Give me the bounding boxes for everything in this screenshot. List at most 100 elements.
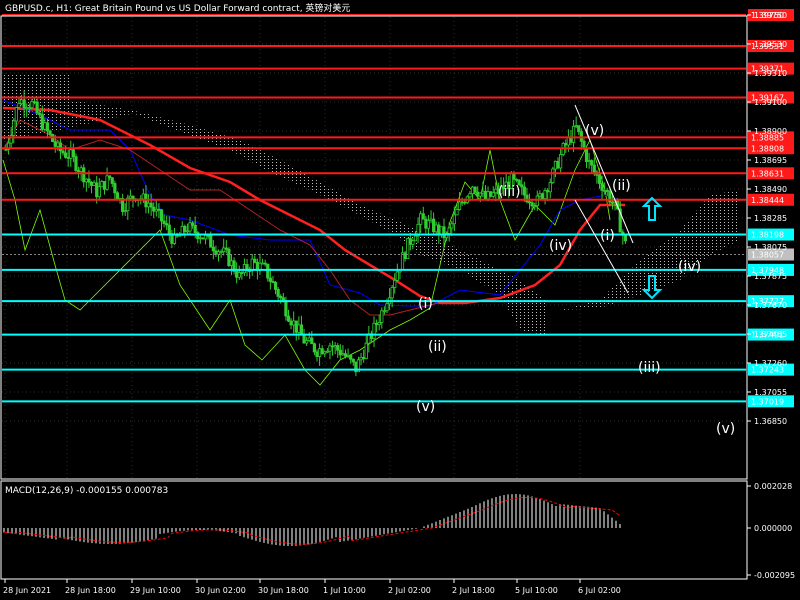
candle-body xyxy=(597,174,602,184)
candle-body xyxy=(79,167,83,172)
candle-body xyxy=(190,222,195,226)
candle-body xyxy=(235,270,239,278)
candle-body xyxy=(486,191,490,200)
candle-body xyxy=(30,101,34,109)
candle-body xyxy=(128,195,132,199)
level-tag-label: 1.38198 xyxy=(751,231,784,240)
wave-label: (iii) xyxy=(638,360,661,376)
candle-body xyxy=(146,202,151,208)
candle-body xyxy=(610,201,615,204)
candle-body xyxy=(97,186,101,198)
candle-body xyxy=(14,107,18,122)
time-label: 28 Jun 18:00 xyxy=(65,586,116,595)
level-tag-label: 1.38444 xyxy=(751,196,784,205)
candle-body xyxy=(411,240,415,245)
candle-body xyxy=(110,177,114,184)
candle-body xyxy=(203,234,208,240)
candle-body xyxy=(424,218,428,229)
candle-body xyxy=(408,238,412,245)
candle-body xyxy=(574,125,578,128)
candle-body xyxy=(292,320,296,326)
candle-body xyxy=(520,184,524,188)
candle-body xyxy=(279,295,283,299)
candle-body xyxy=(372,322,376,339)
candle-body xyxy=(17,103,21,108)
candle-body xyxy=(92,182,96,186)
level-tag-label: 1.38631 xyxy=(751,169,784,178)
candle-body xyxy=(359,356,363,361)
candle-body xyxy=(310,337,314,345)
candle-body xyxy=(82,167,86,183)
candle-body xyxy=(123,210,127,213)
candle-body xyxy=(460,201,464,204)
candle-body xyxy=(32,101,37,104)
candle-body xyxy=(25,107,29,110)
macd-axis-label: 0.002028 xyxy=(754,482,792,491)
candle-body xyxy=(393,279,397,288)
wave-label: (iii) xyxy=(498,184,521,200)
time-label: 2 Jul 02:00 xyxy=(388,586,431,595)
wave-label: (i) xyxy=(600,228,615,244)
candle-body xyxy=(522,186,526,196)
macd-axis-label: 0.000000 xyxy=(754,524,792,533)
price-label: 1.38900 xyxy=(754,127,787,136)
candle-body xyxy=(219,251,223,254)
candle-body xyxy=(473,186,477,193)
candle-body xyxy=(432,218,436,233)
candle-body xyxy=(183,225,187,232)
candle-body xyxy=(53,141,57,147)
candle-body xyxy=(426,220,431,229)
candle-body xyxy=(74,156,78,171)
candle-body xyxy=(35,101,39,114)
candle-body xyxy=(336,345,340,351)
candle-body xyxy=(48,130,52,135)
candle-body xyxy=(27,107,31,110)
chart-window[interactable]: 1.397501.395311.393711.391671.388851.388… xyxy=(0,0,800,600)
candle-body xyxy=(548,182,552,193)
candle-body xyxy=(152,206,156,212)
candle-body xyxy=(240,272,244,275)
candle-body xyxy=(491,192,495,197)
candle-body xyxy=(571,125,576,143)
candle-body xyxy=(58,142,63,152)
candle-body xyxy=(590,160,594,166)
candle-body xyxy=(307,337,311,341)
candle-body xyxy=(406,238,410,260)
candle-body xyxy=(115,192,120,201)
candle-body xyxy=(450,223,454,229)
candle-body xyxy=(56,142,60,147)
candle-body xyxy=(476,191,480,197)
wave-label: (v) xyxy=(416,399,435,415)
candle-body xyxy=(447,227,451,234)
candle-body xyxy=(330,345,335,348)
candle-body xyxy=(167,224,171,235)
candle-body xyxy=(564,143,568,146)
candle-body xyxy=(603,189,607,192)
price-label: 1.37055 xyxy=(754,388,787,397)
candle-body xyxy=(64,152,68,158)
candle-body xyxy=(222,247,226,253)
candle-body xyxy=(87,178,91,183)
candle-body xyxy=(165,223,169,226)
candle-body xyxy=(113,183,117,194)
candle-body xyxy=(333,345,337,348)
candle-body xyxy=(289,320,293,326)
price-label: 1.38285 xyxy=(754,214,787,223)
price-label: 1.37465 xyxy=(754,330,787,339)
wave-label: (ii) xyxy=(428,339,447,355)
candle-body xyxy=(141,193,145,200)
candle-body xyxy=(328,345,332,352)
candle-body xyxy=(294,320,298,333)
time-label: 1 Jul 10:00 xyxy=(323,586,366,595)
candle-body xyxy=(12,120,16,136)
price-label: 1.39100 xyxy=(754,98,787,107)
time-label: 29 Jun 10:00 xyxy=(130,586,181,595)
candle-body xyxy=(102,181,107,190)
candle-body xyxy=(437,224,441,236)
candle-body xyxy=(559,154,563,169)
candle-body xyxy=(556,160,560,169)
candle-body xyxy=(375,322,379,326)
candle-body xyxy=(395,271,399,281)
candle-body xyxy=(211,246,215,252)
wave-label: (iv) xyxy=(549,238,572,254)
